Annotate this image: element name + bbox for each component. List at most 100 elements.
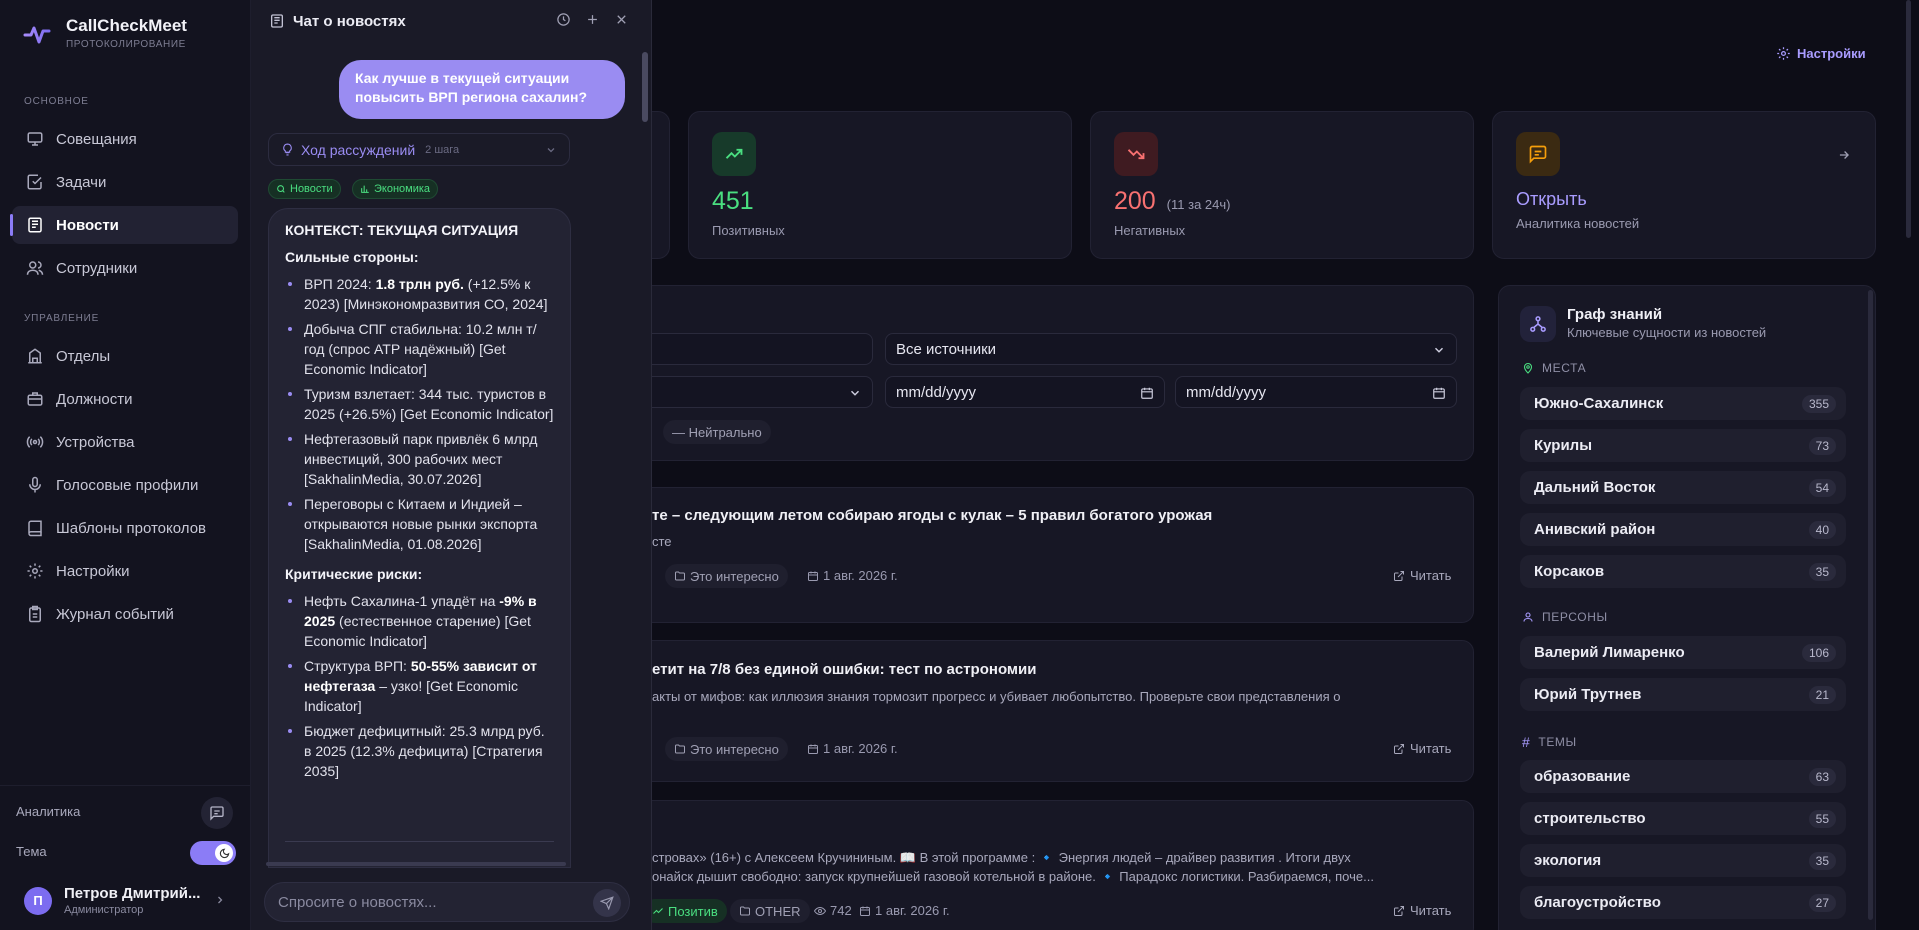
building-icon: [28, 348, 42, 364]
user-role: Администратор: [64, 904, 144, 916]
news-category: Это интересно: [665, 564, 788, 588]
kg-item[interactable]: Корсаков 35: [1520, 555, 1846, 588]
send-button[interactable]: [593, 889, 621, 917]
brand[interactable]: CallCheckMeet ПРОТОКОЛИРОВАНИЕ: [22, 16, 187, 50]
date-to-input[interactable]: mm/dd/yyyy: [1175, 376, 1457, 408]
sidebar-item-settings[interactable]: Настройки: [12, 552, 238, 590]
date-from-input[interactable]: mm/dd/yyyy: [885, 376, 1165, 408]
sidebar-item-label: Сотрудники: [56, 259, 138, 277]
list-item: Туризм взлетает: 344 тыс. туристов в 202…: [285, 384, 554, 424]
analytics-label: Аналитика: [16, 804, 81, 819]
kg-count: 35: [1808, 852, 1836, 870]
mic-icon: [29, 476, 41, 493]
theme-label: Тема: [16, 844, 47, 859]
theme-toggle[interactable]: [190, 841, 236, 865]
kg-count: 55: [1808, 810, 1836, 828]
close-icon[interactable]: [614, 12, 629, 27]
kg-item[interactable]: Анивский район 40: [1520, 513, 1846, 546]
lightbulb-icon: [283, 143, 292, 156]
kg-item[interactable]: Южно-Сахалинск 355: [1520, 387, 1846, 420]
chevron-right-icon[interactable]: [214, 894, 226, 906]
user-name: Петров Дмитрий...: [64, 885, 201, 902]
kg-item[interactable]: экология 35: [1520, 844, 1846, 877]
risks-heading: Критические риски:: [285, 566, 423, 582]
list-item: ВРП 2024: 1.8 трлн руб. (+12.5% к 2023) …: [285, 274, 554, 314]
sidebar-item-voice-profiles[interactable]: Голосовые профили: [12, 466, 238, 504]
arrow-right-icon: [1839, 151, 1849, 159]
kg-item[interactable]: образование 63: [1520, 760, 1846, 793]
sidebar-item-label: Настройки: [56, 562, 130, 580]
search-input[interactable]: [640, 333, 873, 365]
news-date: 1 авг. 2026 г.: [859, 903, 950, 918]
analytics-button[interactable]: [201, 797, 233, 829]
kg-item[interactable]: Валерий Лимаренко 106: [1520, 636, 1846, 669]
network-icon: [1520, 306, 1556, 342]
list-item: Бюджет дефицитный: 25.3 млрд руб. в 2025…: [285, 721, 554, 781]
news-title[interactable]: те – следующим летом собираю ягоды с кул…: [652, 507, 1212, 524]
news-summary-line: строваx» (16+) с Алексеем Кручининым. 📖 …: [652, 850, 1351, 865]
sidebar-item-news[interactable]: Новости: [10, 206, 238, 244]
sidebar-item-event-log[interactable]: Журнал событий: [12, 595, 238, 633]
read-link[interactable]: Читать: [1393, 741, 1451, 756]
chevron-down-icon: [850, 390, 860, 396]
reasoning-steps: 2 шага: [425, 143, 460, 156]
user-message: Как лучше в текущей ситуации повысить ВР…: [339, 60, 625, 119]
news-date: 1 авг. 2026 г.: [807, 741, 898, 756]
sources-select[interactable]: Все источники: [885, 333, 1457, 365]
calendar-icon: [860, 906, 870, 916]
calendar-icon: [808, 744, 818, 754]
reasoning-toggle[interactable]: Ход рассуждений 2 шага: [268, 133, 570, 166]
settings-link[interactable]: Настройки: [1776, 46, 1866, 61]
message-square-icon: [1516, 132, 1560, 176]
chat-input-placeholder: Спросите о новостях...: [278, 893, 437, 911]
user-profile[interactable]: П Петров Дмитрий... Администратор: [24, 885, 200, 916]
sidebar-item-devices[interactable]: Устройства: [12, 423, 238, 461]
clipboard-icon: [29, 605, 41, 623]
chat-input[interactable]: Спросите о новостях...: [264, 882, 630, 922]
read-link[interactable]: Читать: [1393, 903, 1451, 918]
folder-icon: [740, 906, 750, 916]
sidebar-item-employees[interactable]: Сотрудники: [12, 249, 238, 287]
kg-count: 35: [1808, 563, 1836, 581]
plus-icon[interactable]: [585, 12, 600, 27]
stat-value: 200 (11 за 24ч): [1114, 187, 1231, 215]
sidebar-item-templates[interactable]: Шаблоны протоколов: [12, 509, 238, 547]
stat-card-analytics[interactable]: Открыть Аналитика новостей: [1492, 111, 1876, 259]
kg-item[interactable]: Дальний Восток 54: [1520, 471, 1846, 504]
news-title[interactable]: етит на 7/8 без единой ошибки: тест по а…: [652, 661, 1036, 678]
section-label-main: ОСНОВНОЕ: [24, 96, 89, 107]
open-analytics[interactable]: Открыть: [1516, 189, 1587, 210]
kg-count: 54: [1808, 479, 1836, 497]
page-scrollbar[interactable]: [1906, 0, 1911, 238]
external-link-icon: [1394, 905, 1404, 916]
kg-scrollbar[interactable]: [1868, 290, 1873, 920]
kg-count: 63: [1808, 768, 1836, 786]
risks-list: Нефть Сахалина-1 упадёт на -9% в 2025 (е…: [285, 591, 554, 781]
kg-section-persons: ПЕРСОНЫ: [1522, 610, 1608, 624]
kg-item[interactable]: Юрий Трутнев 21: [1520, 678, 1846, 711]
sidebar-item-meetings[interactable]: Совещания: [12, 120, 238, 158]
neutral-filter-chip[interactable]: — Нейтрально: [663, 420, 771, 444]
calendar-icon: [808, 571, 818, 581]
kg-item[interactable]: благоустройство 27: [1520, 886, 1846, 919]
news-views: 742: [814, 903, 852, 918]
history-icon[interactable]: [556, 12, 571, 27]
sidebar-item-label: Отделы: [56, 347, 111, 365]
sidebar-item-label: Новости: [56, 216, 119, 234]
horizontal-scrollbar[interactable]: [266, 862, 566, 866]
kg-item[interactable]: строительство 55: [1520, 802, 1846, 835]
sentiment-badge: Позитив: [643, 899, 727, 923]
read-link[interactable]: Читать: [1393, 568, 1451, 583]
sidebar-item-tasks[interactable]: Задачи: [12, 163, 238, 201]
tag-economy: Экономика: [352, 179, 439, 199]
chat-header: Чат о новостях: [251, 0, 651, 42]
section-label-manage: УПРАВЛЕНИЕ: [24, 313, 100, 324]
news-date: 1 авг. 2026 г.: [807, 568, 898, 583]
sidebar-item-positions[interactable]: Должности: [12, 380, 238, 418]
category-select[interactable]: [640, 376, 873, 408]
kg-count: 40: [1808, 521, 1836, 539]
sidebar-item-departments[interactable]: Отделы: [12, 337, 238, 375]
kg-item[interactable]: Курилы 73: [1520, 429, 1846, 462]
kg-count: 21: [1808, 686, 1836, 704]
chat-scrollbar[interactable]: [642, 52, 648, 122]
